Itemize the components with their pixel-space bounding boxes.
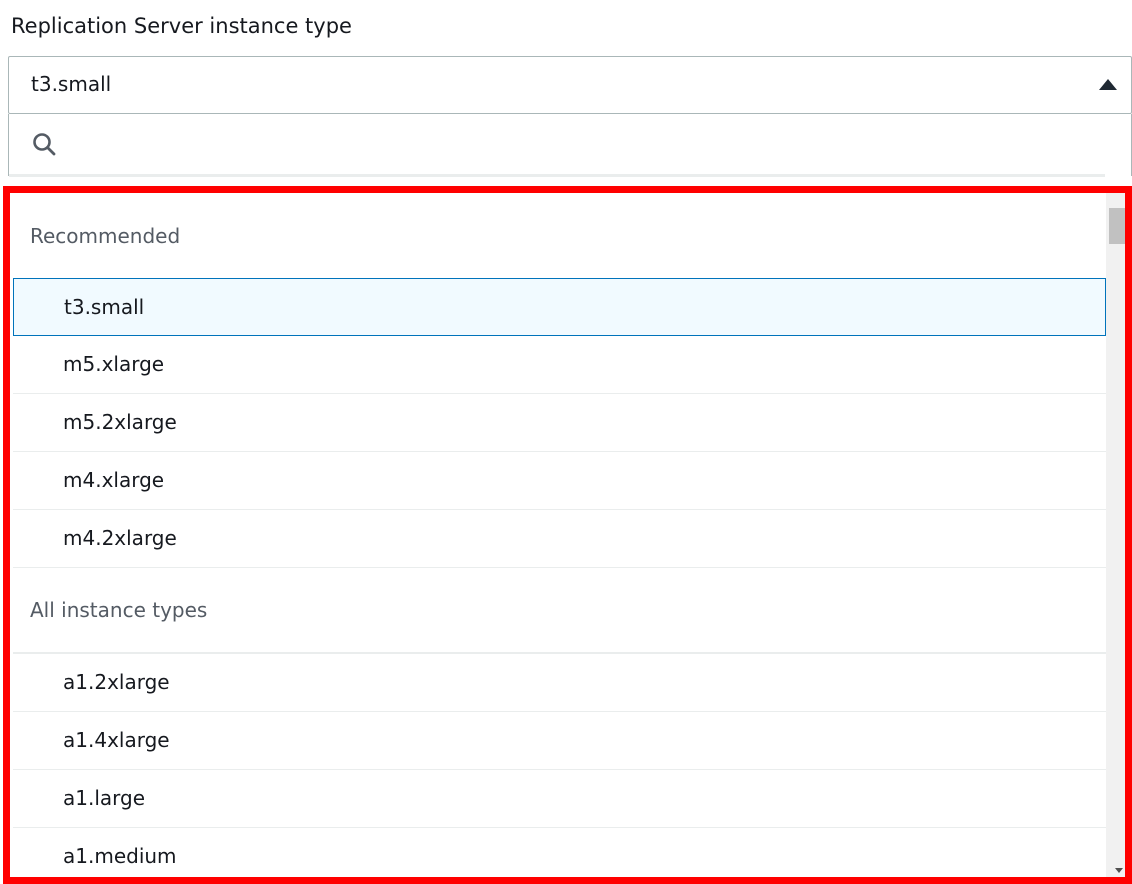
- scrollbar[interactable]: [1106, 186, 1132, 884]
- field-label: Replication Server instance type: [11, 14, 352, 38]
- caret-up-icon[interactable]: [1099, 79, 1117, 90]
- option-item[interactable]: m4.xlarge: [13, 452, 1106, 510]
- group-header-all-instance-types: All instance types: [30, 598, 208, 622]
- search-row: [8, 114, 1132, 176]
- option-item[interactable]: t3.small: [13, 278, 1106, 336]
- group-header-recommended: Recommended: [30, 224, 181, 248]
- option-item[interactable]: a1.medium: [13, 828, 1106, 884]
- search-icon: [33, 133, 56, 156]
- option-label: a1.medium: [63, 844, 177, 868]
- search-input[interactable]: [69, 126, 1069, 162]
- option-label: t3.small: [64, 295, 145, 319]
- scrollbar-thumb[interactable]: [1109, 208, 1129, 244]
- option-label: a1.2xlarge: [63, 670, 170, 694]
- option-label: a1.large: [63, 786, 146, 810]
- option-item[interactable]: a1.4xlarge: [13, 712, 1106, 770]
- instance-type-select[interactable]: t3.small: [8, 56, 1132, 114]
- option-label: m5.xlarge: [63, 352, 165, 376]
- search-divider: [9, 174, 1105, 177]
- option-label: m4.xlarge: [63, 468, 165, 492]
- option-label: a1.4xlarge: [63, 728, 170, 752]
- option-item[interactable]: m5.2xlarge: [13, 394, 1106, 452]
- option-item[interactable]: a1.2xlarge: [13, 654, 1106, 712]
- scroll-down-arrow-icon[interactable]: [1115, 868, 1123, 873]
- option-label: m5.2xlarge: [63, 410, 177, 434]
- selected-value: t3.small: [31, 72, 112, 96]
- option-item[interactable]: a1.large: [13, 770, 1106, 828]
- option-label: m4.2xlarge: [63, 526, 177, 550]
- option-item[interactable]: m5.xlarge: [13, 336, 1106, 394]
- option-item[interactable]: m4.2xlarge: [13, 510, 1106, 568]
- options-list[interactable]: Recommended t3.small m5.xlarge m5.2xlarg…: [9, 186, 1132, 884]
